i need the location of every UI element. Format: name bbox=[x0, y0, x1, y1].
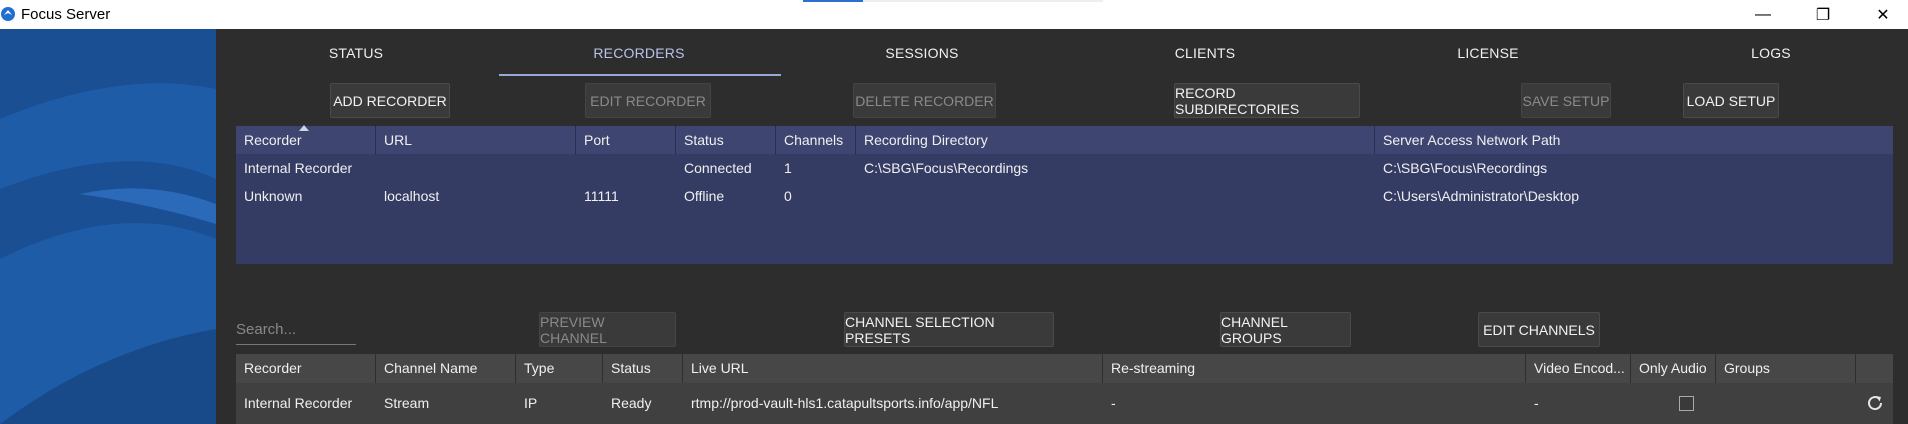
channels-table-header: Recorder Channel Name Type Status Live U… bbox=[236, 354, 1893, 383]
col-channels[interactable]: Channels bbox=[776, 126, 856, 154]
col-live-url[interactable]: Live URL bbox=[683, 354, 1103, 383]
cell-channels: 1 bbox=[784, 160, 792, 176]
col-groups[interactable]: Groups bbox=[1716, 354, 1856, 383]
sort-ascending-icon bbox=[299, 125, 309, 131]
restore-icon: ❐ bbox=[1815, 6, 1831, 24]
tab-recorders[interactable]: RECORDERS bbox=[499, 45, 779, 61]
recorders-table-header: Recorder URL Port Status Channels Record… bbox=[236, 125, 1893, 154]
delete-recorder-button[interactable]: DELETE RECORDER bbox=[853, 83, 996, 118]
refresh-icon[interactable] bbox=[1865, 393, 1885, 413]
close-button[interactable]: ✕ bbox=[1860, 0, 1906, 29]
edit-channels-button[interactable]: EDIT CHANNELS bbox=[1478, 312, 1600, 347]
col-actions bbox=[1856, 354, 1893, 383]
tab-clients[interactable]: CLIENTS bbox=[1065, 45, 1345, 61]
save-setup-button[interactable]: SAVE SETUP bbox=[1521, 83, 1611, 118]
cell-groups bbox=[1716, 383, 1724, 424]
col-channel-name[interactable]: Channel Name bbox=[376, 354, 516, 383]
col-video-encoding[interactable]: Video Encod... bbox=[1526, 354, 1631, 383]
tab-logs[interactable]: LOGS bbox=[1631, 45, 1908, 61]
load-setup-button[interactable]: LOAD SETUP bbox=[1683, 83, 1779, 118]
cell-restreaming: - bbox=[1111, 395, 1116, 411]
preview-channel-button[interactable]: PREVIEW CHANNEL bbox=[539, 312, 676, 347]
close-icon: ✕ bbox=[1876, 6, 1890, 24]
col-status[interactable]: Status bbox=[603, 354, 683, 383]
col-port[interactable]: Port bbox=[576, 126, 676, 154]
cell-recorder: Unknown bbox=[244, 188, 303, 204]
cell-url bbox=[376, 154, 384, 182]
cell-video-encoding: - bbox=[1534, 395, 1539, 411]
active-tab-indicator bbox=[499, 74, 781, 76]
recorders-table: Recorder URL Port Status Channels Record… bbox=[236, 125, 1893, 264]
window-title: Focus Server bbox=[21, 6, 111, 23]
cell-recording-directory bbox=[856, 182, 864, 210]
cell-live-url: rtmp://prod-vault-hls1.catapultsports.in… bbox=[691, 395, 999, 411]
cell-status: Offline bbox=[684, 188, 725, 204]
col-restreaming[interactable]: Re-streaming bbox=[1103, 354, 1526, 383]
cell-server-access-path: C:\Users\Administrator\Desktop bbox=[1383, 188, 1580, 204]
cell-port: 11111 bbox=[584, 188, 619, 204]
col-only-audio[interactable]: Only Audio bbox=[1631, 354, 1716, 383]
tab-license[interactable]: LICENSE bbox=[1348, 45, 1628, 61]
cell-channel-name: Stream bbox=[384, 395, 430, 411]
col-url[interactable]: URL bbox=[376, 126, 576, 154]
cell-port bbox=[576, 154, 584, 182]
edit-recorder-button[interactable]: EDIT RECORDER bbox=[585, 83, 711, 118]
col-type[interactable]: Type bbox=[516, 354, 603, 383]
brand-side-panel bbox=[0, 29, 216, 424]
channel-selection-presets-button[interactable]: CHANNEL SELECTION PRESETS bbox=[844, 312, 1054, 347]
cell-recorder: Internal Recorder bbox=[244, 395, 353, 411]
cell-status: Connected bbox=[684, 160, 752, 176]
minimize-icon: — bbox=[1755, 5, 1771, 23]
col-status[interactable]: Status bbox=[676, 126, 776, 154]
main-content: STATUS RECORDERS SESSIONS CLIENTS LICENS… bbox=[216, 29, 1908, 424]
channel-search-input[interactable]: Search... bbox=[236, 316, 356, 345]
app-logo-icon bbox=[1, 7, 15, 21]
cell-status: Ready bbox=[611, 395, 652, 411]
channels-table: Recorder Channel Name Type Status Live U… bbox=[236, 354, 1893, 424]
col-recording-directory[interactable]: Recording Directory bbox=[856, 126, 1375, 154]
cell-server-access-path: C:\SBG\Focus\Recordings bbox=[1383, 160, 1548, 176]
col-recorder[interactable]: Recorder bbox=[236, 354, 376, 383]
titlebar-accent bbox=[803, 0, 863, 2]
only-audio-checkbox[interactable] bbox=[1679, 396, 1694, 411]
tab-status[interactable]: STATUS bbox=[216, 45, 496, 61]
cell-url: localhost bbox=[384, 188, 440, 204]
restore-button[interactable]: ❐ bbox=[1800, 0, 1846, 29]
table-row[interactable]: Internal Recorder Stream IP Ready rtmp:/… bbox=[236, 383, 1893, 424]
cell-recorder: Internal Recorder bbox=[244, 160, 353, 176]
record-subdirectories-button[interactable]: RECORD SUBDIRECTORIES bbox=[1174, 83, 1360, 118]
add-recorder-button[interactable]: ADD RECORDER bbox=[330, 83, 450, 118]
cell-recording-directory: C:\SBG\Focus\Recordings bbox=[864, 160, 1029, 176]
cell-type: IP bbox=[524, 395, 538, 411]
col-server-access-path[interactable]: Server Access Network Path bbox=[1375, 126, 1893, 154]
tab-sessions[interactable]: SESSIONS bbox=[782, 45, 1062, 61]
minimize-button[interactable]: — bbox=[1740, 0, 1786, 29]
tab-bar: STATUS RECORDERS SESSIONS CLIENTS LICENS… bbox=[216, 29, 1893, 76]
title-bar: Focus Server — ❐ ✕ bbox=[0, 0, 1908, 29]
channel-groups-button[interactable]: CHANNEL GROUPS bbox=[1220, 312, 1351, 347]
brand-swoosh-graphic bbox=[0, 29, 216, 424]
col-recorder[interactable]: Recorder bbox=[236, 125, 376, 154]
cell-channels: 0 bbox=[784, 188, 792, 204]
